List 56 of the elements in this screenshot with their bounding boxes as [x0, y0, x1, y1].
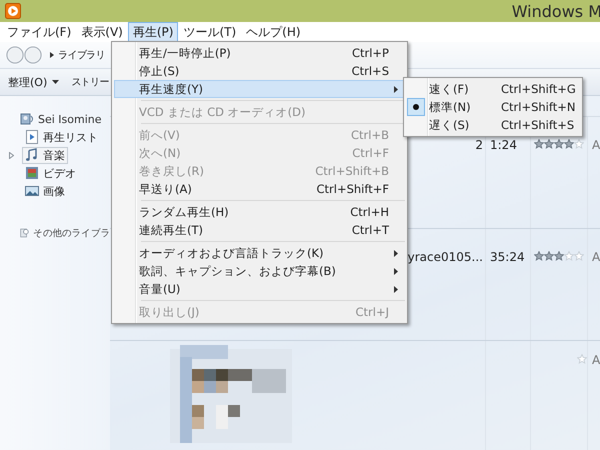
expand-arrow-icon[interactable] [9, 152, 14, 159]
menu-item[interactable]: ツール(T) [178, 22, 242, 42]
radio-mark [407, 98, 425, 116]
menu-item[interactable]: 標準(N) Ctrl+Shift+N [406, 98, 580, 116]
breadcrumb-link[interactable]: ライブラリ [58, 48, 106, 62]
other-libraries-label[interactable]: その他のライブラ [33, 226, 110, 240]
star-icon[interactable] [534, 251, 544, 261]
track-title: yrace0105... [408, 250, 483, 264]
track-artist: A [592, 250, 600, 264]
menu-item[interactable]: 再生/一時停止(P) Ctrl+P [114, 44, 405, 62]
menu-item[interactable]: 停止(S) Ctrl+S [114, 62, 405, 80]
menu-item[interactable]: オーディオおよび言語トラック(K) [114, 244, 405, 262]
image-icon [25, 184, 39, 198]
sidebar-item[interactable]: ビデオ [22, 164, 79, 182]
menu-item[interactable]: ヘルプ(H) [241, 22, 306, 42]
sidebar-item[interactable]: 音楽 [22, 146, 68, 164]
menu-item[interactable]: 再生速度(Y) [114, 80, 405, 98]
window-title: Windows M [512, 2, 600, 20]
rating-stars[interactable] [534, 139, 584, 149]
menu-item[interactable]: 歌詞、キャプション、および字幕(B) [114, 262, 405, 280]
menu-item[interactable]: 音量(U) [114, 280, 405, 298]
star-icon[interactable] [534, 139, 544, 149]
track-title: 2 [475, 138, 483, 152]
film-icon [25, 166, 39, 180]
caret-icon [52, 80, 60, 84]
playlist-icon [25, 130, 39, 144]
menu-item[interactable]: 表示(V) [76, 22, 128, 42]
menu-item[interactable]: 早送り(A) Ctrl+Shift+F [114, 180, 405, 198]
forward-button[interactable] [24, 46, 42, 64]
menu-item[interactable]: 速く(F) Ctrl+Shift+G [406, 80, 580, 98]
rating-stars[interactable] [534, 251, 584, 261]
star-icon[interactable] [544, 139, 554, 149]
track-artist: A [592, 138, 600, 152]
stream-button[interactable]: ストリー [71, 75, 109, 89]
star-icon[interactable] [554, 139, 564, 149]
back-button[interactable] [6, 46, 24, 64]
menu-item[interactable]: ランダム再生(H) Ctrl+H [114, 203, 405, 221]
track-duration: 35:24 [490, 250, 525, 264]
menu-item[interactable]: 連続再生(T) Ctrl+T [114, 221, 405, 239]
album-artist: A [592, 353, 600, 367]
user-library-label[interactable]: Sei Isomine [38, 112, 102, 126]
star-icon[interactable] [544, 251, 554, 261]
sidebar-item[interactable]: 画像 [22, 182, 68, 200]
library-icon [20, 112, 34, 126]
organize-button[interactable]: 整理(O) [8, 74, 60, 90]
chevron-icon [50, 52, 54, 58]
sidebar-item[interactable]: 再生リスト [22, 128, 101, 146]
menu-item[interactable]: 遅く(S) Ctrl+Shift+S [406, 116, 580, 134]
track-duration: 1:24 [490, 138, 517, 152]
app-icon [5, 3, 21, 19]
menu-item[interactable]: ファイル(F) [2, 22, 76, 42]
star-icon[interactable] [564, 139, 574, 149]
star-icon[interactable] [554, 251, 564, 261]
menu-item[interactable]: 再生(P) [128, 22, 178, 42]
music-note-icon [25, 148, 39, 162]
library-icon [20, 226, 30, 240]
